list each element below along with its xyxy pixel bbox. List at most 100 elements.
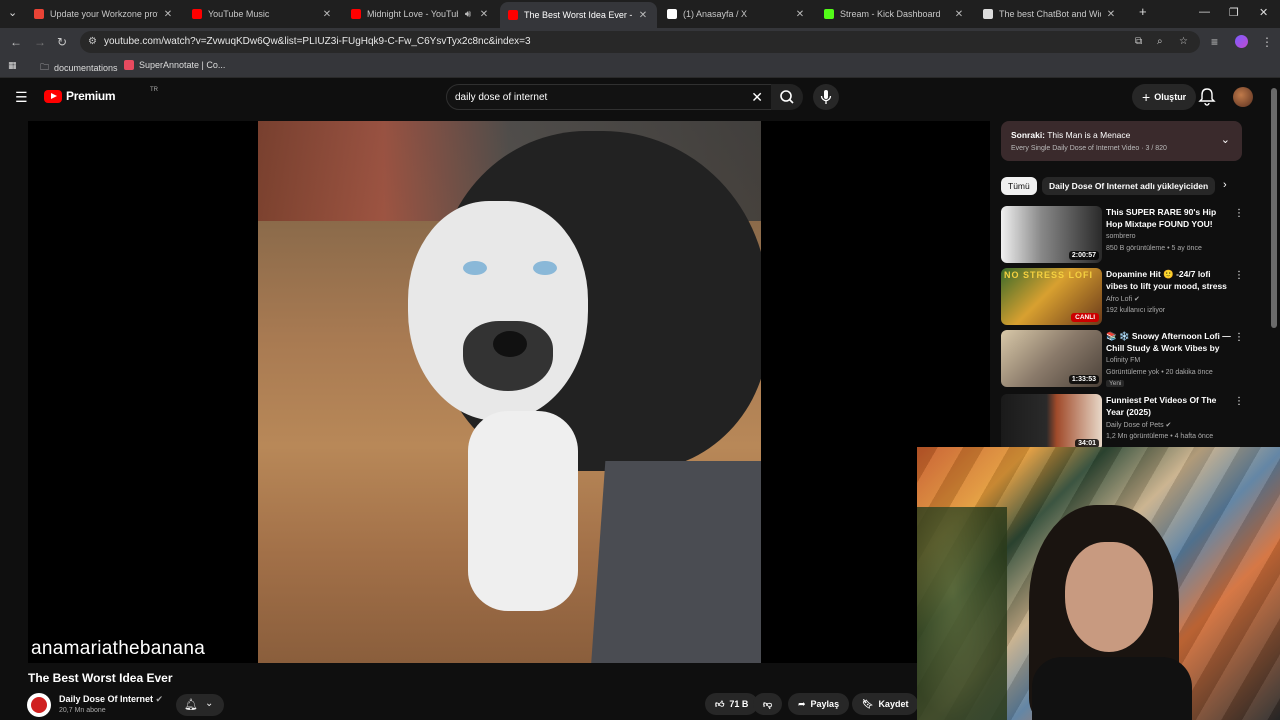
zoom-icon[interactable]: ⌕ xyxy=(1157,36,1163,47)
recommendation-item[interactable]: 34:01 Funniest Pet Videos Of The Year (2… xyxy=(1001,394,1246,452)
thumbnail-text: NO STRESS LOFI xyxy=(1004,270,1094,280)
video-frame xyxy=(258,121,761,663)
recommendation-channel: sombrero xyxy=(1106,233,1136,240)
share-button[interactable]: ➦ Paylaş xyxy=(788,693,850,715)
like-button[interactable]: 👍︎ 71 B xyxy=(705,693,759,715)
tab-title: Stream - Kick Dashboard xyxy=(840,9,941,19)
browser-tab[interactable]: Midnight Love - YouTube 🔊︎ ✕ xyxy=(343,3,498,25)
recommendation-channel: Afro Lofi ✔ xyxy=(1106,296,1140,303)
cast-icon[interactable]: ⧉ xyxy=(1135,36,1142,47)
browser-tab[interactable]: YouTube Music ✕ xyxy=(184,3,341,25)
notifications-bell-icon[interactable] xyxy=(1198,87,1216,107)
chevron-right-icon[interactable]: › xyxy=(1223,179,1227,191)
close-window-icon[interactable]: ✕ xyxy=(1259,6,1268,19)
youtube-logo[interactable]: Premium TR xyxy=(44,87,158,103)
more-options-icon[interactable]: ⋮ xyxy=(1234,396,1244,407)
search-input[interactable]: daily dose of internet ✕ xyxy=(446,84,772,110)
close-tab-icon[interactable]: ✕ xyxy=(478,9,490,20)
minimize-icon[interactable]: — xyxy=(1199,6,1210,18)
save-button[interactable]: 🔖︎ Kaydet xyxy=(852,693,919,715)
video-watermark: anamariathebanana xyxy=(31,638,206,659)
browser-tab[interactable]: Update your Workzone profile ✕ xyxy=(26,3,182,25)
new-tab-icon[interactable]: + xyxy=(1139,4,1147,19)
restore-icon[interactable]: ❐ xyxy=(1229,6,1239,19)
bookmark-star-icon[interactable]: ☆ xyxy=(1179,36,1188,47)
recommendation-title: Funniest Pet Videos Of The Year (2025) xyxy=(1106,395,1217,417)
browser-tab[interactable]: The Best Worst Idea Ever - You ✕ xyxy=(500,2,657,28)
menu-icon[interactable]: ⋮ xyxy=(1261,35,1273,49)
channel-name[interactable]: Daily Dose Of Internet ✔ xyxy=(59,694,163,705)
playlist-up-next-panel[interactable]: Sonraki: This Man is a Menace Every Sing… xyxy=(1001,121,1242,161)
recommendation-item[interactable]: NO STRESS LOFI CANLI Dopamine Hit 🙂 -24/… xyxy=(1001,268,1246,326)
dog-eye-right xyxy=(533,261,557,275)
grey-chair xyxy=(590,461,761,663)
close-tab-icon[interactable]: ✕ xyxy=(953,9,965,20)
browser-tab[interactable]: (1) Anasayfa / X ✕ xyxy=(659,3,814,25)
dislike-button[interactable]: 👎︎ xyxy=(753,693,783,715)
chip-channel[interactable]: Daily Dose Of Internet adlı yükleyiciden xyxy=(1042,177,1216,195)
channel-avatar[interactable] xyxy=(27,693,51,717)
bookmark-documentations[interactable]: 🗀 documentations xyxy=(40,60,118,76)
voice-search-button[interactable] xyxy=(813,84,839,110)
apps-icon[interactable]: ▦ xyxy=(8,60,17,71)
recommendation-meta: 850 B görüntüleme • 5 ay önce xyxy=(1106,245,1202,252)
recommendation-item[interactable]: 2:00:57 This SUPER RARE 90's Hip Hop Mix… xyxy=(1001,206,1246,264)
tab-search-icon[interactable]: ⌄ xyxy=(8,6,17,19)
verified-icon: ✔ xyxy=(1134,296,1140,303)
chevron-down-icon: ⌄ xyxy=(205,698,214,709)
video-player[interactable]: anamariathebanana xyxy=(28,121,990,663)
more-options-icon[interactable]: ⋮ xyxy=(1234,270,1244,281)
bookmarks-bar: ▦ 🗀 documentations SuperAnnotate | Co... xyxy=(0,56,1280,78)
site-info-icon[interactable]: ⚙ xyxy=(88,36,97,47)
page-scrollbar[interactable] xyxy=(1271,88,1277,328)
person-top xyxy=(1032,657,1192,720)
tab-favicon-icon xyxy=(508,10,518,20)
duration-badge: 2:00:57 xyxy=(1068,251,1099,260)
recommendation-title: 📚 ❄️ Snowy Afternoon Lofi — Chill Study … xyxy=(1106,331,1231,353)
profile-icon[interactable] xyxy=(1235,35,1248,48)
tab-favicon-icon xyxy=(983,9,993,19)
create-button[interactable]: + Oluştur xyxy=(1132,84,1197,110)
hamburger-menu-icon[interactable]: ☰ xyxy=(15,89,28,106)
forward-icon[interactable]: → xyxy=(34,35,46,49)
tab-audio-icon[interactable]: 🔊︎ xyxy=(462,9,474,20)
microphone-icon xyxy=(820,90,832,104)
thumbs-down-icon: 👎︎ xyxy=(763,698,773,709)
duration-badge: 1:33:53 xyxy=(1068,375,1099,384)
media-control-icon[interactable]: ≡ xyxy=(1211,35,1218,49)
reload-icon[interactable]: ↻ xyxy=(57,35,67,49)
back-icon[interactable]: ← xyxy=(10,35,22,49)
live-badge: CANLI xyxy=(1071,313,1099,322)
share-label: Paylaş xyxy=(810,699,840,709)
search-button[interactable] xyxy=(771,84,803,110)
more-options-icon[interactable]: ⋮ xyxy=(1234,208,1244,219)
close-tab-icon[interactable]: ✕ xyxy=(321,9,333,20)
tab-title: Update your Workzone profile xyxy=(50,9,158,19)
browser-tab[interactable]: Stream - Kick Dashboard ✕ xyxy=(816,3,973,25)
clear-search-icon[interactable]: ✕ xyxy=(751,89,763,106)
logo-region: TR xyxy=(150,87,158,93)
more-options-icon[interactable]: ⋮ xyxy=(1234,332,1244,343)
superannotate-icon xyxy=(124,60,134,70)
search-query: daily dose of internet xyxy=(455,92,548,103)
browser-tab[interactable]: The best ChatBot and Widgets ✕ xyxy=(975,3,1125,25)
close-tab-icon[interactable]: ✕ xyxy=(794,9,806,20)
close-tab-icon[interactable]: ✕ xyxy=(162,9,174,20)
url-field[interactable]: ⚙ youtube.com/watch?v=ZvwuqKDw6Qw&list=P… xyxy=(80,31,1200,53)
person-face xyxy=(1065,542,1153,652)
subscription-bell-button[interactable]: 🔔︎ ⌄ xyxy=(176,694,224,716)
tab-favicon-icon xyxy=(192,9,202,19)
bookmark-superannotate[interactable]: SuperAnnotate | Co... xyxy=(124,60,225,70)
user-avatar[interactable] xyxy=(1233,87,1253,107)
recommendation-title: Dopamine Hit 🙂 -24/7 lofi vibes to lift … xyxy=(1106,269,1227,291)
new-badge: Yeni xyxy=(1106,380,1125,387)
recommendation-item[interactable]: 1:33:53 📚 ❄️ Snowy Afternoon Lofi — Chil… xyxy=(1001,330,1246,388)
video-thumbnail: 2:00:57 xyxy=(1001,206,1102,263)
chip-all[interactable]: Tümü xyxy=(1001,177,1037,195)
chevron-down-icon[interactable]: ⌄ xyxy=(1221,133,1230,146)
save-label: Kaydet xyxy=(878,699,909,709)
close-tab-icon[interactable]: ✕ xyxy=(1105,9,1117,20)
close-tab-icon[interactable]: ✕ xyxy=(637,10,649,21)
thumbs-up-icon: 👍︎ xyxy=(715,698,725,709)
tab-favicon-icon xyxy=(351,9,361,19)
